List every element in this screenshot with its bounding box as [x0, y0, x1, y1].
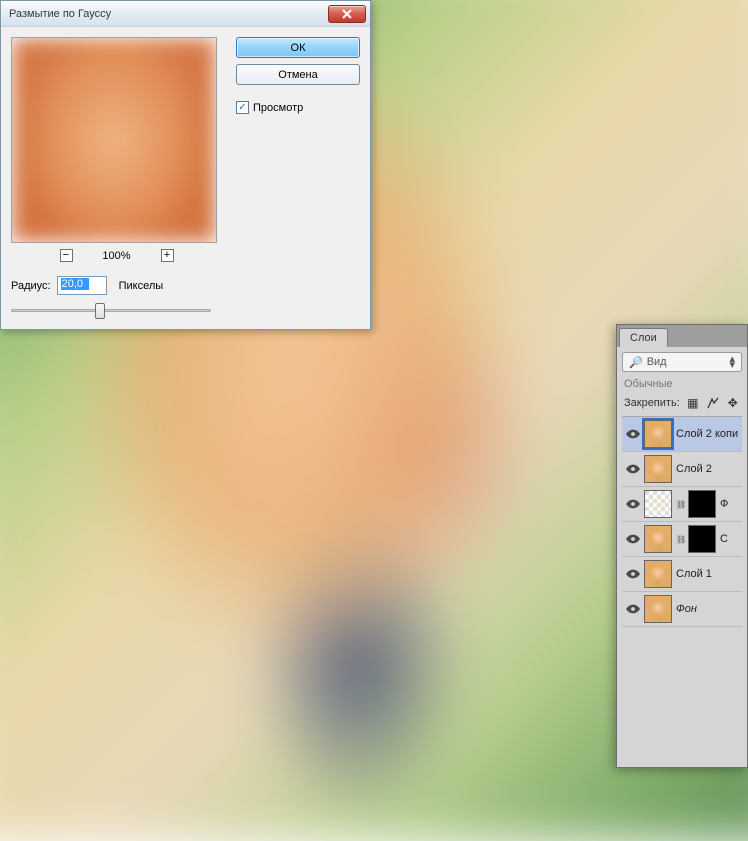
cancel-button[interactable]: Отмена: [236, 64, 360, 85]
radius-input[interactable]: 20,0: [57, 276, 107, 295]
layer-name[interactable]: С: [720, 533, 728, 545]
preview-image: [12, 38, 216, 242]
layer-thumbnail[interactable]: [644, 420, 672, 448]
visibility-eye-icon[interactable]: [626, 427, 640, 441]
radius-slider[interactable]: [11, 303, 211, 319]
layer-thumbnail[interactable]: [644, 560, 672, 588]
zoom-percent: 100%: [97, 250, 137, 262]
layer-name[interactable]: Фон: [676, 603, 697, 615]
layer-row[interactable]: Слой 2 копи: [622, 417, 742, 452]
layer-row[interactable]: ⛓С: [622, 522, 742, 557]
gaussian-blur-dialog: Размытие по Гауссу − 100% + Радиус: 20,0…: [0, 0, 371, 330]
layer-mask-thumbnail[interactable]: [688, 490, 716, 518]
ok-button[interactable]: ОК: [236, 37, 360, 58]
layer-name[interactable]: Слой 2: [676, 463, 712, 475]
layer-row[interactable]: Фон: [622, 592, 742, 627]
layer-name[interactable]: Слой 1: [676, 568, 712, 580]
layer-row[interactable]: ⛓Ф: [622, 487, 742, 522]
visibility-eye-icon[interactable]: [626, 602, 640, 616]
layer-filter-label: Вид: [647, 356, 667, 368]
search-icon: 🔎: [629, 356, 643, 369]
lock-pixels-icon[interactable]: [706, 396, 720, 410]
layer-name[interactable]: Ф: [720, 498, 728, 510]
slider-thumb[interactable]: [95, 303, 105, 319]
visibility-eye-icon[interactable]: [626, 567, 640, 581]
layers-panel: Слои 🔎 Вид ▴▾ Обычные Закрепить: ▦ ✥ Сло…: [616, 324, 748, 768]
layer-thumbnail[interactable]: [644, 455, 672, 483]
lock-label: Закрепить:: [624, 397, 680, 409]
radius-label: Радиус:: [11, 280, 51, 292]
layer-name[interactable]: Слой 2 копи: [676, 428, 738, 440]
visibility-eye-icon[interactable]: [626, 497, 640, 511]
radius-unit: Пикселы: [119, 280, 164, 292]
tab-layers[interactable]: Слои: [619, 328, 668, 347]
visibility-eye-icon[interactable]: [626, 532, 640, 546]
dialog-title: Размытие по Гауссу: [9, 8, 111, 20]
filter-preview[interactable]: [11, 37, 217, 243]
preview-checkbox-label: Просмотр: [253, 102, 303, 114]
layer-thumbnail[interactable]: [644, 525, 672, 553]
dialog-titlebar[interactable]: Размытие по Гауссу: [1, 1, 370, 27]
layer-thumbnail[interactable]: [644, 595, 672, 623]
preview-checkbox[interactable]: ✓: [236, 101, 249, 114]
zoom-out-button[interactable]: −: [60, 249, 73, 262]
lock-position-icon[interactable]: ✥: [726, 396, 740, 410]
layer-filter-dropdown[interactable]: 🔎 Вид ▴▾: [622, 352, 742, 372]
radius-value: 20,0: [61, 278, 89, 290]
blend-mode-dropdown[interactable]: Обычные: [622, 376, 742, 394]
close-button[interactable]: [328, 5, 366, 23]
zoom-in-button[interactable]: +: [161, 249, 174, 262]
layer-list: Слой 2 копиСлой 2⛓Ф⛓ССлой 1Фон: [622, 417, 742, 627]
lock-transparent-icon[interactable]: ▦: [686, 396, 700, 410]
panel-empty-area: [622, 627, 742, 767]
link-icon[interactable]: ⛓: [676, 500, 684, 509]
panel-tabs: Слои: [617, 325, 747, 347]
layer-mask-thumbnail[interactable]: [688, 525, 716, 553]
dropdown-arrows-icon: ▴▾: [729, 356, 735, 368]
layer-row[interactable]: Слой 1: [622, 557, 742, 592]
layer-thumbnail[interactable]: [644, 490, 672, 518]
link-icon[interactable]: ⛓: [676, 535, 684, 544]
slider-track: [11, 309, 211, 312]
layer-row[interactable]: Слой 2: [622, 452, 742, 487]
close-icon: [342, 9, 352, 19]
visibility-eye-icon[interactable]: [626, 462, 640, 476]
